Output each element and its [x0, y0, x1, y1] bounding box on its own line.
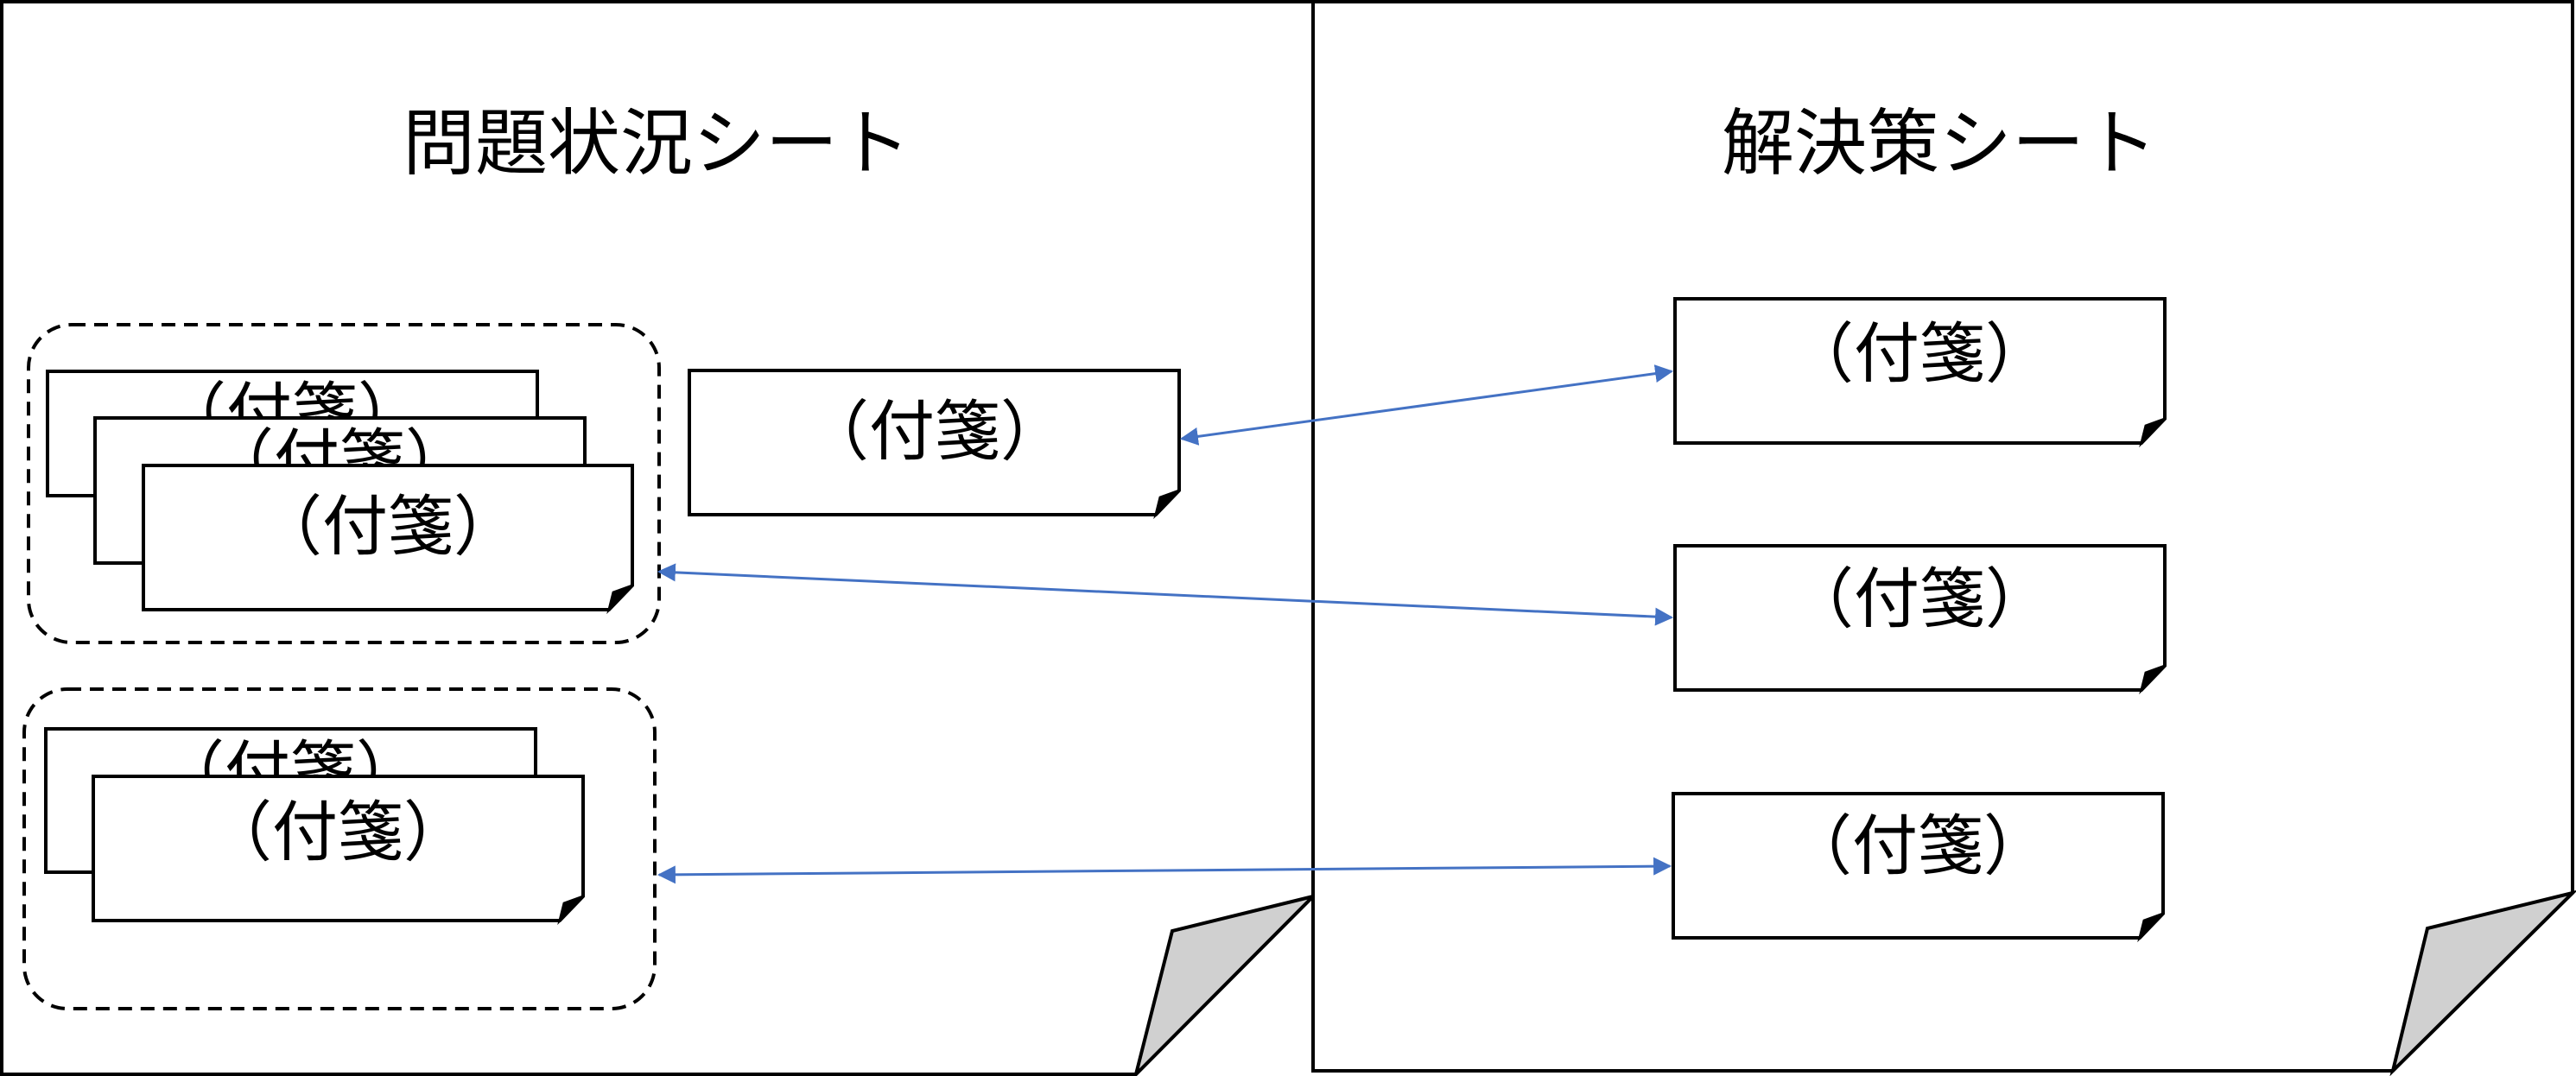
sticky-note: （付箋）	[92, 775, 585, 926]
note-label: （付箋）	[257, 488, 519, 565]
sticky-note: （付箋）	[688, 369, 1181, 520]
note-label: （付箋）	[1788, 315, 2051, 392]
note-label: （付箋）	[803, 393, 1066, 470]
problem-sheet-title: 問題状況シート	[403, 101, 910, 186]
sticky-note: （付箋）	[1673, 297, 2167, 448]
sticky-note: （付箋）	[1673, 544, 2167, 695]
note-label: （付箋）	[206, 794, 469, 870]
sticky-note: （付箋）	[1672, 792, 2165, 943]
solution-sheet-title: 解決策シート	[1722, 101, 2157, 186]
note-label: （付箋）	[1786, 807, 2049, 884]
note-label: （付箋）	[1788, 560, 2051, 637]
sticky-note: （付箋）	[142, 464, 634, 615]
diagram-canvas: 問題状況シート 解決策シート （付箋） （付箋） （付箋） （付箋） （付箋） …	[0, 0, 2576, 1076]
